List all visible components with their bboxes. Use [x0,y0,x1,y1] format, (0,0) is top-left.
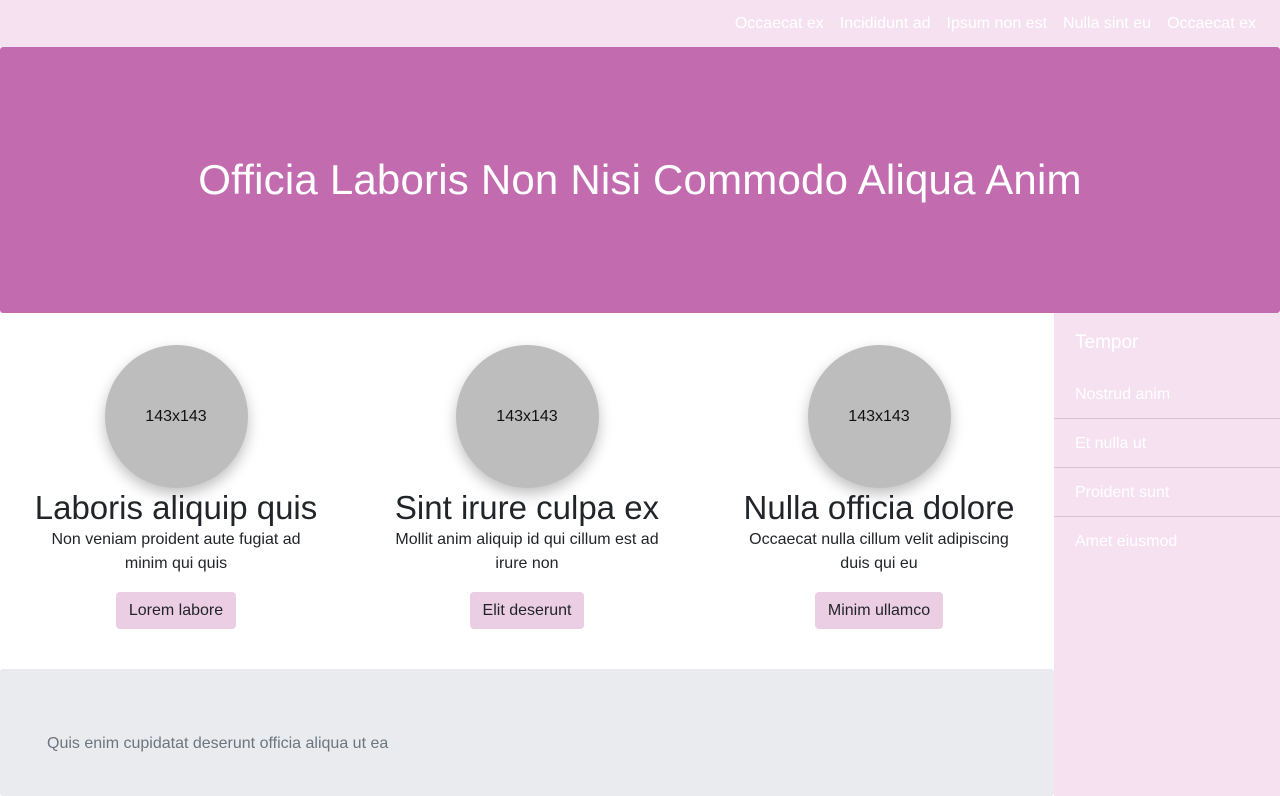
card-text: Non veniam proident aute fugiat ad minim… [51,531,301,572]
card-button[interactable]: Elit deserunt [469,592,585,629]
sidebar: Tempor Nostrud anim Et nulla ut Proident… [1054,313,1280,796]
card-button[interactable]: Lorem labore [115,592,237,629]
feature-card: 143x143 Sint irure culpa ex Mollit anim … [367,345,687,629]
feature-card: 143x143 Nulla officia dolore Occaecat nu… [719,345,1039,629]
card-title: Laboris aliquip quis [34,489,318,526]
image-placeholder: 143x143 [455,345,599,488]
footer-text: Quis enim cupidatat deserunt officia ali… [47,735,389,752]
nav-link-5[interactable]: Occaecat ex [1167,15,1256,33]
feature-card: 143x143 Laboris aliquip quis Non veniam … [16,345,336,629]
nav-link-2[interactable]: Incididunt ad [840,15,931,33]
sidebar-item[interactable]: Proident sunt [1054,468,1280,517]
card-text: Occaecat nulla cillum velit adipiscing d… [749,531,1009,572]
nav-link-1[interactable]: Occaecat ex [735,15,824,33]
card-button[interactable]: Minim ullamco [814,592,944,629]
sidebar-item[interactable]: Nostrud anim [1054,370,1280,419]
nav-link-3[interactable]: Ipsum non est [947,15,1048,33]
nav-link-4[interactable]: Nulla sint eu [1063,15,1151,33]
sidebar-item[interactable]: Amet eiusmod [1054,517,1280,566]
card-title: Nulla officia dolore [743,489,1015,526]
hero-banner: Officia Laboris Non Nisi Commodo Aliqua … [0,47,1280,313]
top-navbar: Occaecat ex Incididunt ad Ipsum non est … [0,0,1280,47]
feature-cards: 143x143 Laboris aliquip quis Non veniam … [0,313,1054,669]
footer: Quis enim cupidatat deserunt officia ali… [0,669,1054,796]
sidebar-list: Nostrud anim Et nulla ut Proident sunt A… [1054,370,1280,566]
sidebar-item[interactable]: Et nulla ut [1054,419,1280,468]
sidebar-title: Tempor [1075,332,1139,353]
image-placeholder: 143x143 [104,345,248,488]
hero-title: Officia Laboris Non Nisi Commodo Aliqua … [198,156,1082,203]
card-text: Mollit anim aliquip id qui cillum est ad… [395,531,659,572]
image-placeholder: 143x143 [807,345,951,488]
card-title: Sint irure culpa ex [394,489,660,526]
